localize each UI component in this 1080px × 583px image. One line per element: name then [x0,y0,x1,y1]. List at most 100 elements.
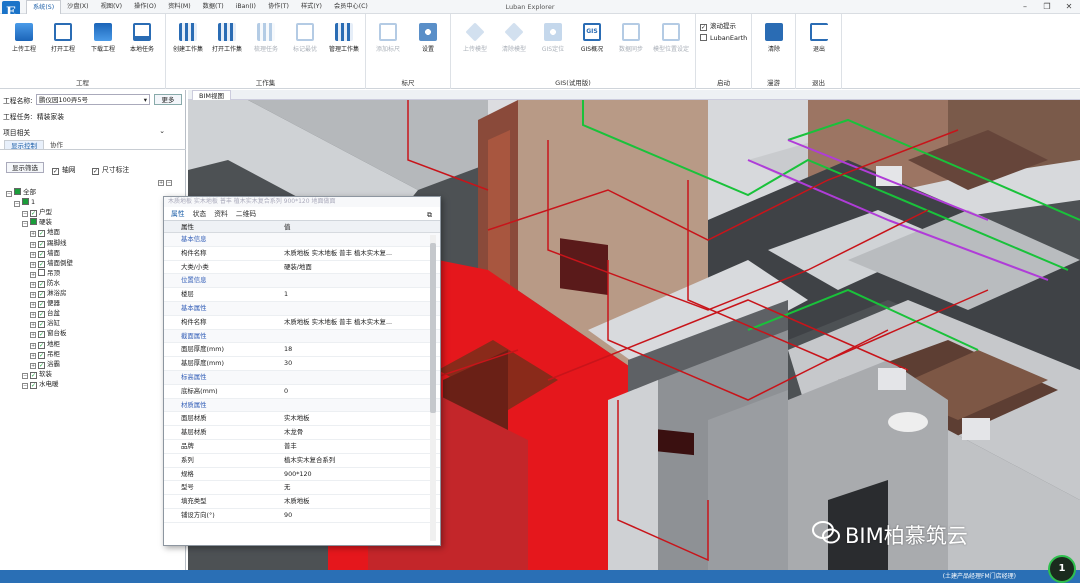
tree-item[interactable]: + 吊顶 [30,268,60,278]
expand-all-button[interactable]: + − [158,177,174,186]
tree-item[interactable]: − ✓ 水电暖 [22,379,59,389]
show-filter-button[interactable]: 显示筛选 [6,162,44,173]
tree-checkbox[interactable]: ✓ [38,291,45,298]
dimension-checkbox[interactable]: ✓ 尺寸标注 [92,164,129,175]
tab-qrcode[interactable]: 二维码 [232,207,260,220]
property-row[interactable]: 品牌 普丰 [164,440,440,454]
tree-item[interactable]: − ✓ 软装 [22,369,52,379]
property-row[interactable]: 构件名称 木质地板 实木地板 普丰 植木实木复... [164,247,440,261]
tree-checkbox[interactable]: ✓ [38,321,45,329]
related-items-header[interactable]: 项目相关 ⌄ [3,127,183,137]
tree-checkbox[interactable]: ✓ [38,260,45,268]
axis-checkbox[interactable]: ✓ 轴网 [52,164,76,175]
add-ruler-button[interactable]: 添加标尺 [370,18,406,68]
tree-checkbox[interactable] [22,198,29,206]
tab-collaboration[interactable]: 协作 [44,140,69,149]
expand-toggle-icon[interactable]: + [30,342,36,349]
upload-model-button[interactable]: 上传模型 [457,18,493,68]
tree-item[interactable]: − ✓ 户型 [22,207,52,218]
property-row[interactable]: 铺设方向(°) 90 [164,509,440,523]
more-button[interactable]: 更多 [154,94,182,105]
menu-tab-9[interactable]: 会员中心(C) [328,0,374,14]
expand-toggle-icon[interactable]: + [30,352,36,359]
property-row[interactable]: 面层厚度(mm) 18 [164,343,440,358]
menu-tab-3[interactable]: 操作(O) [128,0,162,14]
expand-toggle-icon[interactable]: + [30,362,36,369]
expand-toggle-icon[interactable]: − [14,201,20,208]
tab-display-control[interactable]: 显示控制 [4,140,44,150]
tree-checkbox[interactable]: ✓ [38,240,45,248]
tree-item[interactable]: + ✓ 地面 [30,227,60,238]
clear-button[interactable]: 清除 [756,18,792,68]
notification-badge[interactable]: 1 [1048,555,1076,583]
tree-item[interactable]: + ✓ 台盆 [30,308,60,319]
tree-checkbox[interactable]: ✓ [38,250,45,258]
property-window[interactable]: 木质地板 实木地板 普丰 植木实木复合系列 900*120 地面做面 属性 状态… [163,196,441,546]
gis-overview-button[interactable]: GIS GIS概况 [574,18,610,68]
expand-toggle-icon[interactable]: + [30,302,36,309]
local-task-button[interactable]: 本地任务 [124,18,160,68]
clear-model-button[interactable]: 清除模型 [496,18,532,68]
expand-toggle-icon[interactable]: + [30,332,36,339]
tree-checkbox[interactable]: ✓ [38,341,45,349]
expand-toggle-icon[interactable]: + [30,322,36,329]
tab-properties[interactable]: 属性 [167,207,189,220]
tree-checkbox[interactable] [38,268,45,276]
tree-item[interactable]: + ✓ 踢脚线 [30,238,67,248]
expand-toggle-icon[interactable]: + [30,312,36,319]
expand-toggle-icon[interactable]: + [30,281,36,288]
upload-project-button[interactable]: 上传工程 [6,18,42,68]
tree-item[interactable]: + ✓ 浴缸 [30,318,60,329]
menu-tab-4[interactable]: 资料(M) [162,0,197,14]
property-row[interactable]: 型号 无 [164,481,440,496]
tree-item[interactable]: − 全部 [6,187,36,197]
menu-tab-0[interactable]: 系统(S) [26,0,62,14]
property-category-row[interactable]: 基本信息 [164,233,440,247]
tree-checkbox[interactable]: ✓ [38,230,45,238]
tree-checkbox[interactable]: ✓ [38,331,45,339]
property-scrollbar[interactable] [430,235,436,541]
tree-checkbox[interactable]: ✓ [38,351,45,359]
menu-tab-1[interactable]: 沙盘(X) [61,0,94,14]
tree-checkbox[interactable] [30,218,37,226]
expand-toggle-icon[interactable]: − [22,382,28,389]
tree-item[interactable]: + ✓ 防水 [30,278,60,288]
menu-tab-2[interactable]: 视图(V) [95,0,128,14]
expand-toggle-icon[interactable]: + [30,241,36,248]
open-workset-button[interactable]: 打开工作集 [209,18,245,68]
property-category-row[interactable]: 位置信息 [164,274,440,289]
manage-workset-button[interactable]: 管理工作集 [326,18,362,68]
property-row[interactable]: 大类/小类 硬装/地面 [164,261,440,275]
project-name-select[interactable]: 鹏仪园100弄5号 ▾ [36,94,150,105]
property-category-row[interactable]: 标高属性 [164,370,440,385]
tree-item[interactable]: + ✓ 墙面 [30,248,60,258]
restore-button[interactable]: ❐ [1036,0,1058,14]
expand-toggle-icon[interactable]: + [30,251,36,258]
menu-tab-7[interactable]: 协作(T) [262,0,295,14]
tree-checkbox[interactable]: ✓ [38,361,45,369]
expand-toggle-icon[interactable]: − [6,191,12,197]
property-category-row[interactable]: 基本属性 [164,301,440,316]
scroll-hint-checkbox[interactable]: ✓ 滚动提示 [700,20,736,31]
tree-checkbox[interactable]: ✓ [38,280,45,288]
menu-tab-6[interactable]: iBan(I) [230,0,262,14]
expand-toggle-icon[interactable]: − [22,211,28,218]
gis-locate-button[interactable]: GIS定位 [535,18,571,68]
tab-documents[interactable]: 资料 [210,207,232,220]
tree-checkbox[interactable]: ✓ [30,381,37,389]
model-position-button[interactable]: 模型位置设定 [653,18,689,68]
tree-item[interactable]: + ✓ 窗台板 [30,328,67,339]
ruler-settings-button[interactable]: 设置 [410,18,446,68]
menu-tab-5[interactable]: 数据(T) [197,0,230,14]
tree-item[interactable]: −1 [14,197,35,208]
tree-item[interactable]: + ✓ 吊柜 [30,349,60,359]
property-row[interactable]: 底标高(mm) 0 [164,385,440,399]
create-workset-button[interactable]: 创建工作集 [170,18,206,68]
download-project-button[interactable]: 下载工程 [85,18,121,68]
task-button[interactable]: 梳理任务 [248,18,284,68]
export-icon[interactable]: ⧉ [427,211,432,220]
property-row[interactable]: 构件名称 木质地板 实木地板 普丰 植木实木复... [164,316,440,330]
property-row[interactable]: 面层材质 实木地板 [164,412,440,427]
tree-checkbox[interactable]: ✓ [38,301,45,309]
tree-item[interactable]: + ✓ 墙面倒壁 [30,258,73,268]
